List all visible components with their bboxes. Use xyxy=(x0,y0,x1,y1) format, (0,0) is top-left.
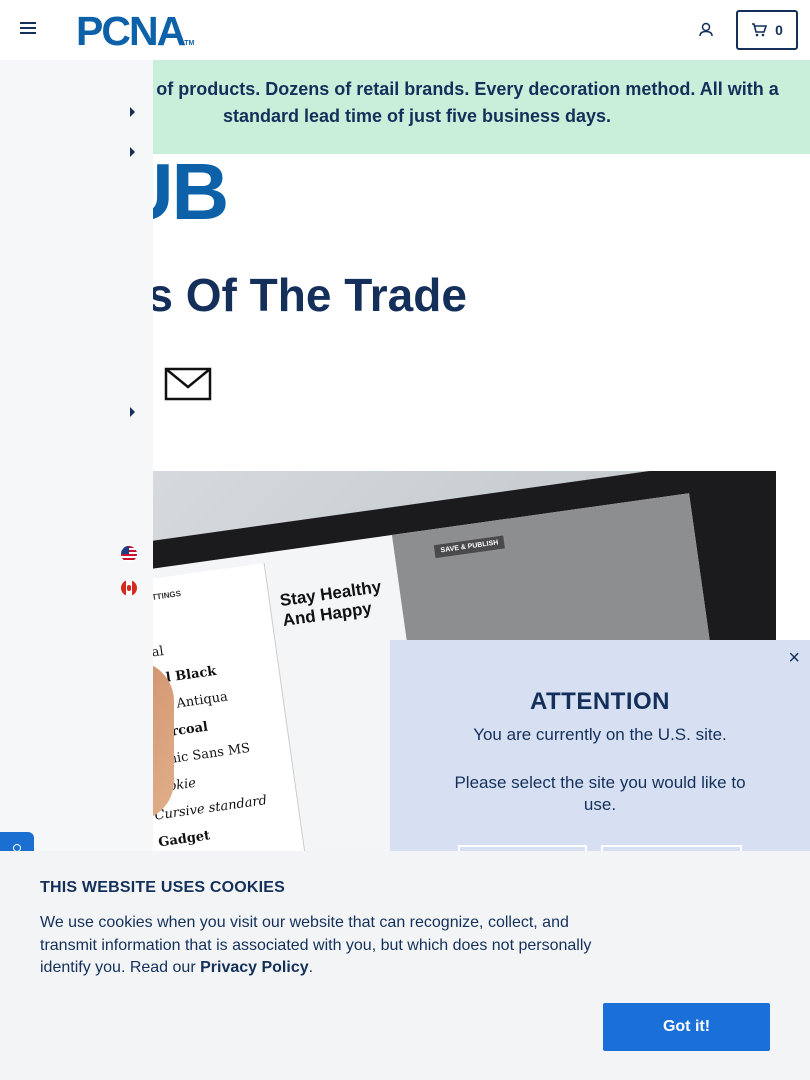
attention-text: You are currently on the U.S. site. xyxy=(473,725,727,744)
attention-title: ATTENTION xyxy=(529,688,671,715)
cart-count: 0 xyxy=(775,22,783,38)
logo-text: PCNA xyxy=(76,8,186,54)
cookie-banner: THIS WEBSITE USES COOKIES We use cookies… xyxy=(0,851,810,1080)
email-icon[interactable] xyxy=(164,366,212,402)
privacy-policy-link[interactable]: Privacy Policy xyxy=(200,959,309,976)
cookie-period: . xyxy=(308,959,314,976)
logo-tm: TM xyxy=(184,40,195,47)
canada-flag-icon[interactable] xyxy=(121,580,137,596)
expand-caret-icon[interactable] xyxy=(130,407,135,417)
cookie-body: We use cookies when you visit our websit… xyxy=(40,912,610,980)
accept-cookies-button[interactable]: Got it! xyxy=(603,1003,770,1051)
cart-icon xyxy=(752,23,768,37)
pcna-logo[interactable]: PCNATM xyxy=(76,8,195,54)
account-icon[interactable] xyxy=(697,21,715,39)
site-header: PCNATM 0 xyxy=(0,0,810,60)
us-flag-icon[interactable] xyxy=(121,546,137,562)
expand-caret-icon[interactable] xyxy=(130,147,135,157)
save-publish-label: SAVE & PUBLISH xyxy=(433,535,506,559)
canvas-title: Stay Healthy And Happy xyxy=(278,577,383,630)
cookie-title: THIS WEBSITE USES COOKIES xyxy=(40,879,286,896)
close-icon[interactable]: × xyxy=(788,648,800,668)
cart-button[interactable]: 0 xyxy=(736,10,798,50)
hamburger-menu-icon[interactable] xyxy=(20,22,36,36)
expand-caret-icon[interactable] xyxy=(130,107,135,117)
site-selection-modal: × ATTENTION You are currently on the U.S… xyxy=(390,640,810,880)
cookie-text: We use cookies when you visit our websit… xyxy=(40,914,592,976)
attention-subtext: Please select the site you would like to… xyxy=(454,773,746,814)
